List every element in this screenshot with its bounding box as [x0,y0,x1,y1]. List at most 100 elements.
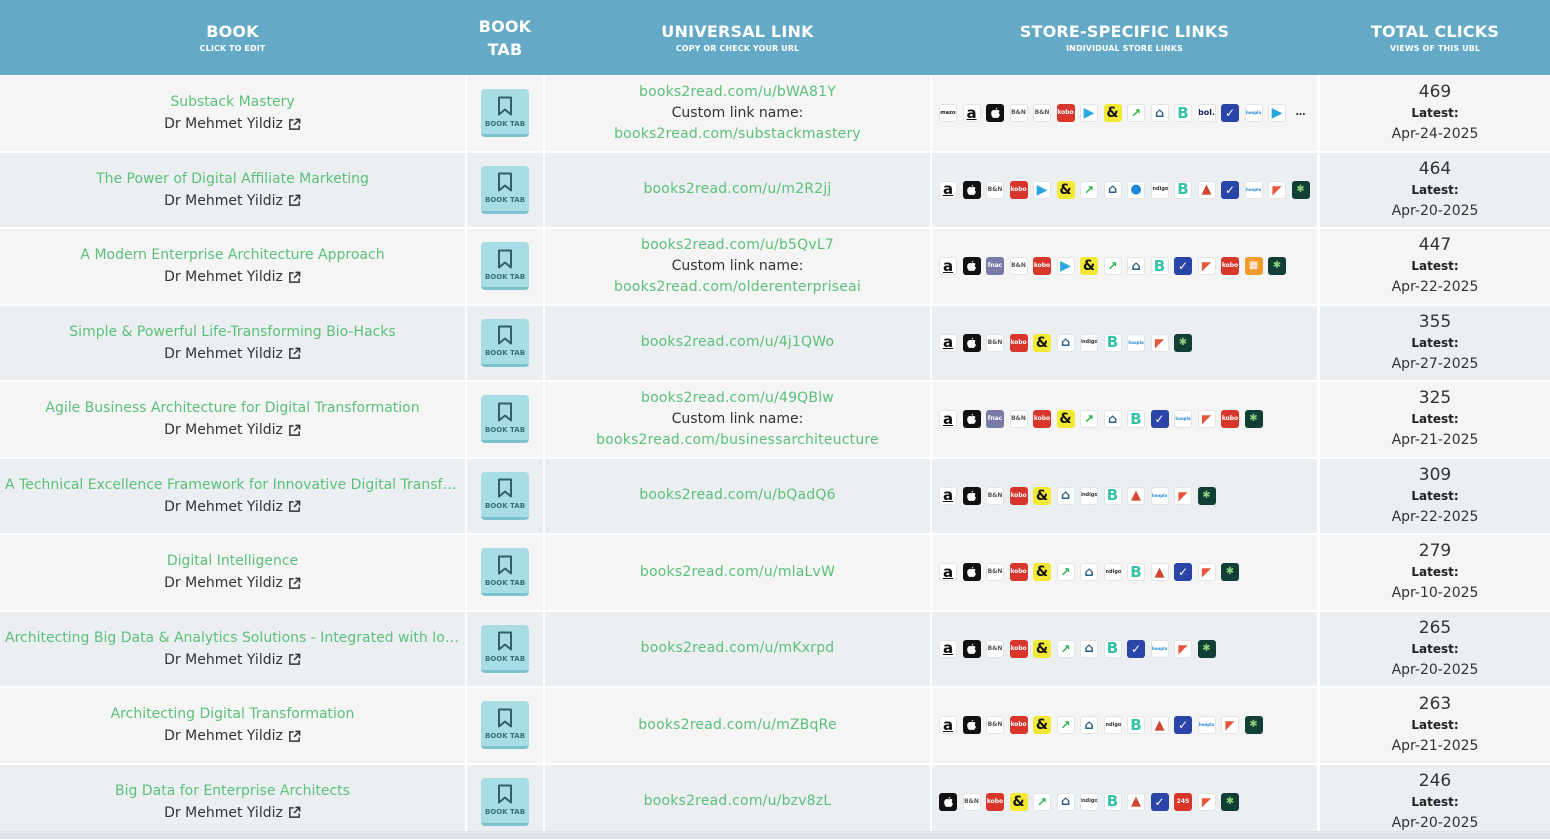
book-tab-button[interactable]: BOOK TAB [481,472,529,520]
library-icon[interactable]: ⌂ [1127,257,1145,275]
bolde-icon[interactable]: ● [1127,181,1145,199]
universal-link[interactable]: books2read.com/u/bWA81Y [639,82,836,103]
book-tab-button[interactable]: BOOK TAB [481,89,529,137]
vivlio-icon[interactable]: ✓ [1221,104,1239,122]
thalia-icon[interactable]: ↗ [1033,793,1051,811]
apple-icon[interactable] [963,410,981,428]
book-title-link[interactable]: The Power of Digital Affiliate Marketing [96,168,369,190]
barnes-noble-icon[interactable]: B&N [986,334,1004,352]
library-icon[interactable]: ⌂ [1104,410,1122,428]
apple-icon[interactable] [963,181,981,199]
universal-link[interactable]: books2read.com/u/bzv8zL [644,791,832,812]
vivlio-icon[interactable]: ✓ [1151,410,1169,428]
book-title-link[interactable]: Agile Business Architecture for Digital … [45,397,419,419]
external-link-icon[interactable] [288,347,301,360]
kobo-icon[interactable]: kobo [1010,334,1028,352]
book-title-link[interactable]: Substack Mastery [170,91,294,113]
bookbeat-icon[interactable]: B [1127,716,1145,734]
barnes-noble-icon[interactable]: B&N [986,640,1004,658]
custom-link[interactable]: books2read.com/olderenterpriseai [614,277,861,298]
author-line[interactable]: Dr Mehmet Yildiz [164,266,301,288]
author-line[interactable]: Dr Mehmet Yildiz [164,572,301,594]
thalia-icon[interactable]: ↗ [1127,104,1145,122]
ampersand-icon[interactable]: & [1033,640,1051,658]
header-book[interactable]: BOOK CLICK TO EDIT [0,0,465,75]
ampersand-icon[interactable]: & [1033,487,1051,505]
book-tab-button[interactable]: BOOK TAB [481,548,529,596]
barnes-noble-icon[interactable]: B&N [986,181,1004,199]
barnes-noble-icon[interactable]: B&N [1010,410,1028,428]
header-total-clicks[interactable]: TOTAL CLICKS VIEWS OF THIS UBL [1320,0,1550,75]
everand-icon[interactable]: ✱ [1245,716,1263,734]
kobo-icon[interactable]: kobo [1010,563,1028,581]
author-line[interactable]: Dr Mehmet Yildiz [164,113,301,135]
book-tab-button[interactable]: BOOK TAB [481,166,529,214]
ampersand-icon[interactable]: & [1010,793,1028,811]
book-title-link[interactable]: A Modern Enterprise Architecture Approac… [80,244,384,266]
universal-link[interactable]: books2read.com/u/mlaLvW [640,562,835,583]
adlibris-icon[interactable]: ▲ [1127,793,1145,811]
indigo-icon[interactable]: Indigo [1080,487,1098,505]
palace-icon[interactable]: ◤ [1198,257,1216,275]
author-line[interactable]: Dr Mehmet Yildiz [164,725,301,747]
book-tab-button[interactable]: BOOK TAB [481,395,529,443]
thalia-icon[interactable]: ↗ [1057,640,1075,658]
kobo-icon[interactable]: kobo [1033,257,1051,275]
palace-icon[interactable]: ◤ [1198,410,1216,428]
author-line[interactable]: Dr Mehmet Yildiz [164,343,301,365]
fnac-icon[interactable]: fnac [986,257,1004,275]
ampersand-icon[interactable]: & [1033,334,1051,352]
external-link-icon[interactable] [288,806,301,819]
book-title-link[interactable]: Architecting Big Data & Analytics Soluti… [5,627,460,649]
palace-icon[interactable]: ◤ [1174,640,1192,658]
palace-icon[interactable]: ◤ [1268,181,1286,199]
indigo-icon[interactable]: Indigo [1080,334,1098,352]
library-icon[interactable]: ⌂ [1057,793,1075,811]
vivlio-icon[interactable]: ✓ [1151,793,1169,811]
apple-icon[interactable] [939,793,957,811]
library-icon[interactable]: ⌂ [1151,104,1169,122]
bookbeat-icon[interactable]: B [1104,334,1122,352]
hoopla-icon[interactable]: hoopla [1198,716,1216,734]
library-icon[interactable]: ⌂ [1057,334,1075,352]
book-tab-button[interactable]: BOOK TAB [481,319,529,367]
hoopla-icon[interactable]: hoopla [1151,640,1169,658]
library-icon[interactable]: ⌂ [1104,181,1122,199]
palace-icon[interactable]: ◤ [1151,334,1169,352]
header-book-tab[interactable]: BOOK TAB [467,0,543,75]
indigo-icon[interactable]: Indigo [1151,181,1169,199]
thalia-icon[interactable]: ↗ [1080,181,1098,199]
vivlio-icon[interactable]: ✓ [1174,716,1192,734]
amazon-icon[interactable]: a [939,181,957,199]
book-title-link[interactable]: Architecting Digital Transformation [111,703,355,725]
orange-icon[interactable]: ▦ [1245,257,1263,275]
amazon-icon[interactable]: a [939,716,957,734]
ampersand-icon[interactable]: & [1057,410,1075,428]
custom-link[interactable]: books2read.com/substackmastery [614,124,861,145]
indigo-icon[interactable]: Indigo [1104,563,1122,581]
author-line[interactable]: Dr Mehmet Yildiz [164,496,301,518]
apple-icon[interactable] [963,257,981,275]
universal-link[interactable]: books2read.com/u/m2R2jj [643,179,831,200]
kobo-icon[interactable]: kobo [1033,410,1051,428]
amazon-icon[interactable]: a [939,563,957,581]
google-play-icon[interactable]: ▶ [1057,257,1075,275]
library-icon[interactable]: ⌂ [1080,563,1098,581]
ampersand-icon[interactable]: & [1104,104,1122,122]
fnac-icon[interactable]: fnac [986,410,1004,428]
bookbeat-icon[interactable]: B [1127,410,1145,428]
everand-icon[interactable]: ✱ [1174,334,1192,352]
apple-icon[interactable] [963,716,981,734]
hoopla-icon[interactable]: hoopla [1245,104,1263,122]
universal-link[interactable]: books2read.com/u/mKxrpd [641,638,835,659]
apple-icon[interactable] [963,563,981,581]
bookbeat-icon[interactable]: B [1104,793,1122,811]
thalia-icon[interactable]: ↗ [1057,716,1075,734]
amazon-icon[interactable]: a [963,104,981,122]
custom-link[interactable]: books2read.com/businessarchiteucture [596,430,879,451]
adlibris-icon[interactable]: ▲ [1151,563,1169,581]
library-icon[interactable]: ⌂ [1057,487,1075,505]
universal-link[interactable]: books2read.com/u/bQadQ6 [639,485,835,506]
barnes-noble-icon[interactable]: B&N [986,563,1004,581]
amazon-icon[interactable]: a [939,410,957,428]
